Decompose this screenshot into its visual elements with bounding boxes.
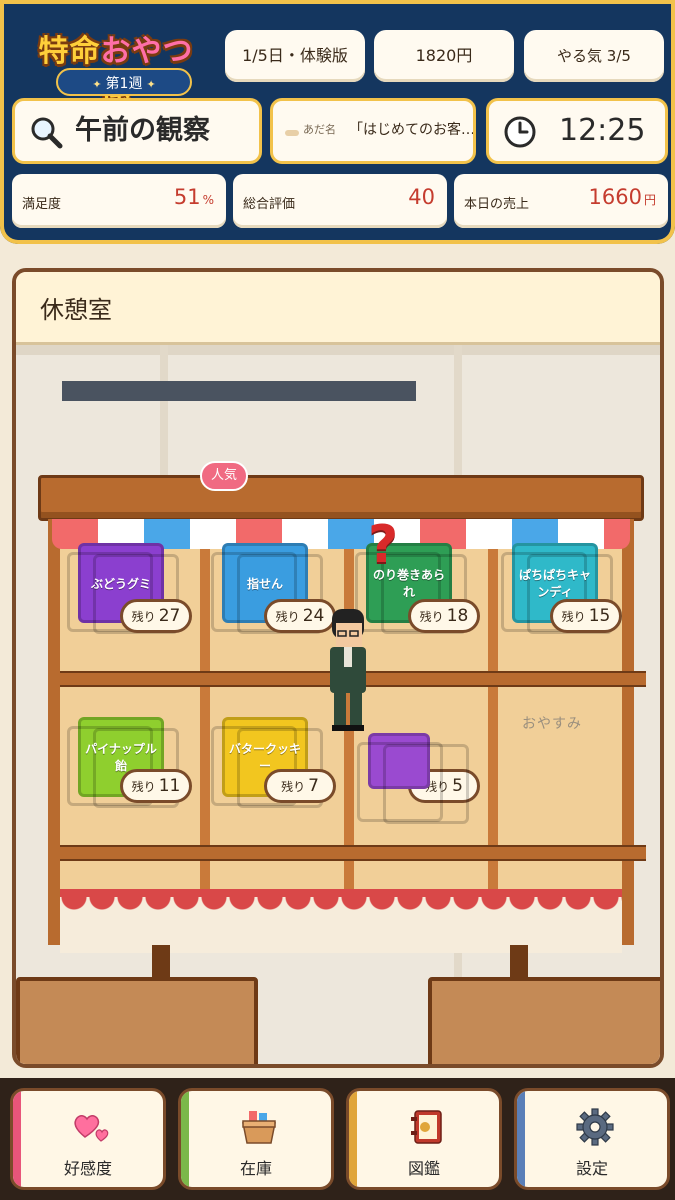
star-icon: ✦ <box>92 78 102 91</box>
customer-character[interactable] <box>318 605 378 735</box>
sales-number: 1660 <box>588 185 642 209</box>
phase-panel: 午前の観察 <box>12 98 262 164</box>
gear-icon <box>576 1108 614 1146</box>
held-product <box>357 733 469 824</box>
encyclopedia-label: 図鑑 <box>407 1159 440 1178</box>
day-indicator: 1/5日・体験版 <box>225 30 365 82</box>
satisfaction-stat: 満足度 51% <box>12 174 226 228</box>
satisfaction-label: 満足度 <box>22 197 62 212</box>
room-panel: 休憩室 ぶどうグミ 指せん のり巻きあられ ぱちぱちキャンディ 人気 ? 残り … <box>12 268 664 1068</box>
shelf-leg <box>620 889 634 945</box>
week-badge: ✦ 第1週 ✦ <box>56 68 192 96</box>
room-scene: ぶどうグミ 指せん のり巻きあられ ぱちぱちキャンディ 人気 ? 残り 27 残り… <box>16 345 660 1064</box>
shelf-divider <box>488 519 498 889</box>
clock-panel: 12:25 <box>486 98 668 164</box>
encyclopedia-button[interactable]: 図鑑 <box>346 1088 502 1190</box>
affinity-button[interactable]: 好感度 <box>10 1088 166 1190</box>
hearts-icon <box>74 1115 109 1142</box>
stock-number: 11 <box>158 776 181 796</box>
status-header: 特命おやつ係 ✦第1週✦ 1/5日・体験版 1820円 やる気 3/5 午前の観… <box>0 0 675 244</box>
sales-value: 1660 円 <box>589 185 656 209</box>
magnifier-icon <box>31 117 63 149</box>
product-name: ぱちぱちキャンディ <box>518 568 591 599</box>
shelf-top <box>38 475 644 521</box>
stock-counter: 残り 11 <box>120 769 192 803</box>
settings-button[interactable]: 設定 <box>514 1088 670 1190</box>
stock-prefix: 残り <box>561 610 586 624</box>
stock-prefix: 残り <box>419 610 444 624</box>
wall-window <box>62 381 416 401</box>
star-icon: ✦ <box>146 78 156 91</box>
phase-label: 午前の観察 <box>75 115 210 146</box>
sales-stat: 本日の売上 1660 円 <box>454 174 668 228</box>
product-name: 指せん <box>246 576 283 591</box>
rating-label: 総合評価 <box>243 197 296 212</box>
shelf-skirt <box>60 889 622 953</box>
book-icon <box>411 1110 442 1144</box>
break-table <box>428 977 660 1064</box>
stock-number: 18 <box>446 606 469 626</box>
nickname-label: あだ名 <box>303 123 336 136</box>
satisfaction-value: 51% <box>174 185 214 209</box>
satisfaction-number: 51 <box>173 185 201 209</box>
closed-label: おやすみ <box>522 716 582 732</box>
shelf-divider <box>200 519 210 889</box>
settings-label: 設定 <box>575 1159 608 1178</box>
logo-title-part1: 特命 <box>38 34 101 69</box>
skirt-scallop <box>60 897 622 911</box>
rating-value: 40 <box>408 185 435 209</box>
game-logo: 特命おやつ係 ✦第1週✦ <box>18 22 214 113</box>
stock-prefix: 残り <box>281 780 306 794</box>
box-icon <box>242 1111 276 1144</box>
stock-prefix: 残り <box>275 610 300 624</box>
rating-stat: 総合評価 40 <box>233 174 447 228</box>
stock-number: 7 <box>308 776 319 796</box>
nickname-panel[interactable]: あだ名 「はじめてのお客… <box>270 98 476 164</box>
inventory-button[interactable]: 在庫 <box>178 1088 334 1190</box>
stock-prefix: 残り <box>131 780 156 794</box>
popular-badge: 人気 <box>200 461 248 491</box>
tag-icon <box>285 130 299 136</box>
room-title: 休憩室 <box>40 296 112 324</box>
affinity-label: 好感度 <box>63 1159 112 1178</box>
clock-time: 12:25 <box>559 113 646 148</box>
stock-counter: 残り 15 <box>550 599 622 633</box>
money-indicator: 1820円 <box>374 30 514 82</box>
inventory-label: 在庫 <box>239 1159 272 1178</box>
sales-label: 本日の売上 <box>464 197 530 212</box>
wall-beam <box>16 345 660 355</box>
week-label: 第1週 <box>105 76 143 92</box>
clock-icon <box>504 116 536 148</box>
sales-unit: 円 <box>643 193 656 207</box>
shelf-board <box>60 845 646 861</box>
room-title-bar: 休憩室 <box>16 272 660 345</box>
bottom-nav: 好感度 在庫 図鑑 設定 <box>0 1078 675 1200</box>
stock-counter: 残り 7 <box>264 769 336 803</box>
product-name: ぶどうグミ <box>90 576 151 591</box>
stock-number: 27 <box>158 606 181 626</box>
nickname-value: 「はじめてのお客… <box>349 122 475 138</box>
motivation-indicator: やる気 3/5 <box>524 30 664 82</box>
stock-counter: 残り 18 <box>408 599 480 633</box>
stock-number: 15 <box>588 606 611 626</box>
stock-counter: 残り 27 <box>120 599 192 633</box>
logo-title-part2: おやつ <box>100 34 194 69</box>
stock-prefix: 残り <box>131 610 156 624</box>
break-table <box>16 977 258 1064</box>
satisfaction-unit: % <box>202 193 214 207</box>
question-mark-icon: ? <box>368 515 399 575</box>
